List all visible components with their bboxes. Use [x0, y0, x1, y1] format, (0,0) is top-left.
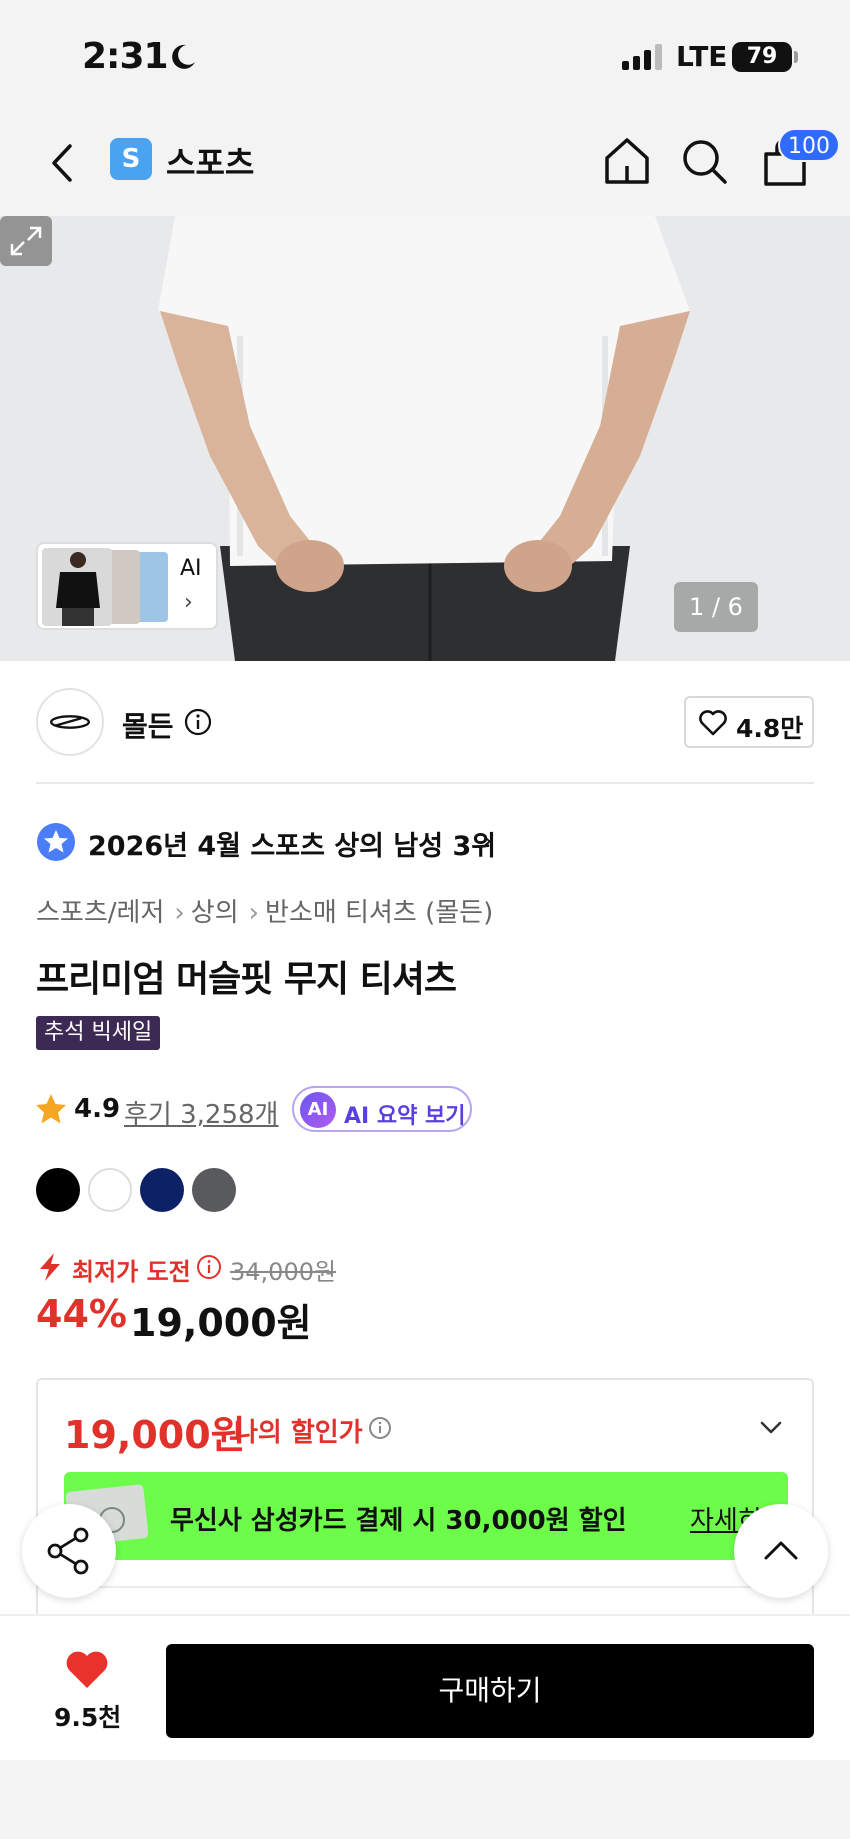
- search-icon[interactable]: [680, 134, 730, 188]
- signal-icon: [622, 44, 662, 70]
- battery-tip: [794, 51, 798, 63]
- heart-filled-icon[interactable]: [64, 1648, 110, 1690]
- product-title: 프리미엄 머슬핏 무지 티셔츠: [36, 959, 457, 1000]
- moon-icon: [172, 44, 195, 69]
- ai-label: AI: [180, 556, 202, 581]
- card-banner-amount: 30,000원 할인: [445, 1506, 627, 1536]
- breadcrumb-separator: ›: [248, 898, 260, 928]
- share-icon: [47, 1527, 89, 1575]
- card-banner-prefix: 무신사 삼성카드 결제 시: [170, 1506, 446, 1536]
- home-icon[interactable]: [602, 134, 652, 188]
- brand-logo[interactable]: [36, 688, 104, 756]
- card-discount-banner[interactable]: 무신사 삼성카드 결제 시 30,000원 할인 자세히: [64, 1472, 788, 1560]
- expand-icon[interactable]: [0, 216, 52, 266]
- info-icon[interactable]: [368, 1416, 392, 1440]
- buy-button[interactable]: 구매하기: [166, 1644, 814, 1738]
- ai-badge-icon: AI: [300, 1092, 336, 1128]
- breadcrumb-item[interactable]: 반소매 티셔츠 (몰든): [265, 898, 493, 928]
- my-discount-price-panel: 19,000원 나의 할인가 무신사 삼성카드 결제 시 30,000원 할인 …: [36, 1378, 814, 1628]
- my-discount-label: 나의 할인가: [234, 1418, 363, 1448]
- card-banner-text: 무신사 삼성카드 결제 시 30,000원 할인: [170, 1500, 627, 1537]
- sale-price: 19,000원: [130, 1301, 312, 1345]
- ranking-text[interactable]: 2026년 4월 스포츠 상의 남성 3위: [88, 824, 496, 863]
- info-icon[interactable]: [184, 708, 212, 736]
- ranking-star-icon: [37, 823, 75, 861]
- ai-summary-button[interactable]: AI AI 요약 보기: [292, 1086, 472, 1132]
- wishlist-count: 9.5천: [54, 1703, 122, 1732]
- lowest-price-label: 최저가 도전: [72, 1258, 191, 1286]
- brand-name[interactable]: 몰든: [122, 705, 174, 745]
- breadcrumb: 스포츠/레저 › 상의 › 반소매 티셔츠 (몰든): [36, 892, 499, 929]
- chevron-down-icon[interactable]: [756, 1412, 786, 1442]
- brand-like-button[interactable]: 4.8만: [684, 696, 814, 748]
- review-count-link[interactable]: 후기 3,258개: [124, 1094, 278, 1131]
- color-swatch-white[interactable]: [88, 1168, 132, 1212]
- sale-event-badge: 추석 빅세일: [36, 1016, 161, 1050]
- category-logo: S: [110, 138, 152, 180]
- heart-outline-icon: [699, 710, 727, 736]
- share-button[interactable]: [22, 1504, 116, 1598]
- discount-rate: 44%: [36, 1292, 127, 1336]
- rating-score: 4.9: [74, 1094, 121, 1124]
- status-bar: 2:31 LTE 79: [0, 0, 850, 110]
- image-counter: 1 / 6: [674, 582, 758, 632]
- top-nav: S 스포츠 100: [0, 110, 850, 216]
- brand-like-count: 4.8만: [736, 714, 804, 743]
- breadcrumb-separator: ›: [174, 898, 185, 928]
- chevron-right-icon: ›: [184, 590, 193, 615]
- ai-summary-label: AI 요약 보기: [344, 1104, 466, 1129]
- my-discount-price: 19,000원: [64, 1413, 246, 1457]
- original-price: 34,000원: [230, 1258, 337, 1286]
- home-indicator-area: [0, 1760, 850, 1839]
- ai-styling-thumbnail[interactable]: AI ›: [36, 542, 218, 630]
- breadcrumb-item[interactable]: 스포츠/레저: [36, 898, 164, 928]
- chevron-right-icon[interactable]: ›: [482, 826, 492, 856]
- cart-count-badge: 100: [778, 128, 840, 162]
- scroll-to-top-button[interactable]: [734, 1504, 828, 1598]
- color-swatch-black[interactable]: [36, 1168, 80, 1212]
- divider: [38, 1586, 812, 1588]
- category-title[interactable]: 스포츠: [166, 138, 254, 184]
- battery-indicator: 79: [732, 42, 792, 72]
- back-arrow-icon[interactable]: [44, 140, 80, 186]
- divider: [36, 782, 814, 784]
- lightning-icon: [40, 1253, 60, 1281]
- color-swatch-gray[interactable]: [192, 1168, 236, 1212]
- status-time: 2:31: [82, 36, 169, 77]
- ai-styling-preview-image: [42, 548, 168, 626]
- info-icon[interactable]: [196, 1254, 222, 1280]
- network-label: LTE: [676, 40, 728, 73]
- color-swatch-navy[interactable]: [140, 1168, 184, 1212]
- chevron-up-icon: [764, 1541, 798, 1560]
- star-icon: [36, 1094, 66, 1124]
- product-image-gallery[interactable]: AI › 1 / 6: [0, 216, 850, 661]
- breadcrumb-item[interactable]: 상의: [191, 898, 239, 928]
